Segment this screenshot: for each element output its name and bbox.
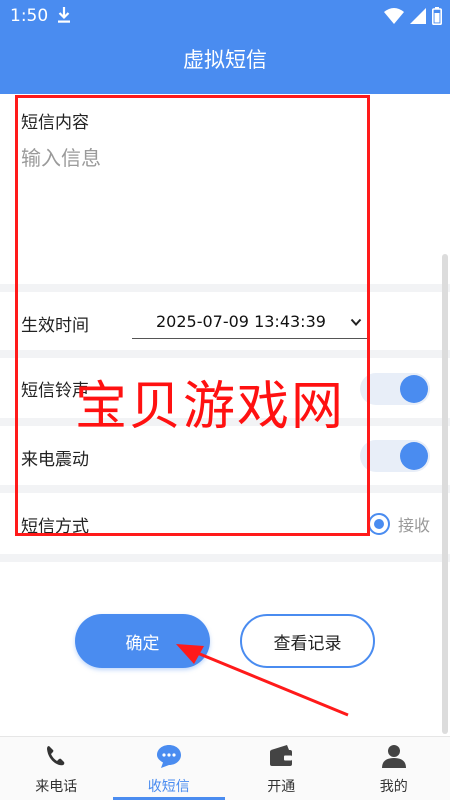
tab-receive-sms[interactable]: 收短信 [112,737,226,800]
download-icon [58,7,70,23]
sms-mode-receive-option[interactable]: 接收 [367,512,430,536]
status-icons [384,7,442,25]
tab-activate[interactable]: 开通 [225,737,338,800]
tab-label: 我的 [379,779,408,795]
toggle-knob [400,442,428,470]
tab-label: 来电话 [35,779,78,795]
wallet-icon [270,745,293,766]
wifi-icon [384,8,404,24]
page-title: 虚拟短信 [183,48,267,72]
status-time: 1:50 [10,6,49,26]
vibrate-toggle[interactable] [360,440,430,472]
ringtone-toggle[interactable] [360,373,430,405]
annotation-highlight-box [15,95,370,536]
battery-icon [432,7,442,25]
tab-label: 开通 [267,779,296,795]
sms-mode-option-label: 接收 [397,516,430,535]
phone-icon [47,746,65,766]
tab-profile[interactable]: 我的 [338,737,450,800]
divider [0,554,450,562]
sms-form: 短信内容 生效时间 2025-07-09 13:43:39 短信铃声 来电震动 … [0,94,450,736]
app-header: 1:50 虚拟短信 [0,0,450,94]
toggle-knob [400,375,428,403]
radio-selected-icon [367,513,390,535]
signal-icon [410,8,426,24]
tab-label: 收短信 [147,779,190,795]
user-icon [381,745,406,768]
status-bar: 1:50 [0,0,450,32]
bottom-tab-bar: 来电话 收短信 开通 我的 [0,736,450,800]
tab-incoming-call[interactable]: 来电话 [0,737,113,800]
scrollbar[interactable] [442,254,448,734]
annotation-arrow-icon [176,644,349,717]
chat-bubble-icon [156,745,181,768]
